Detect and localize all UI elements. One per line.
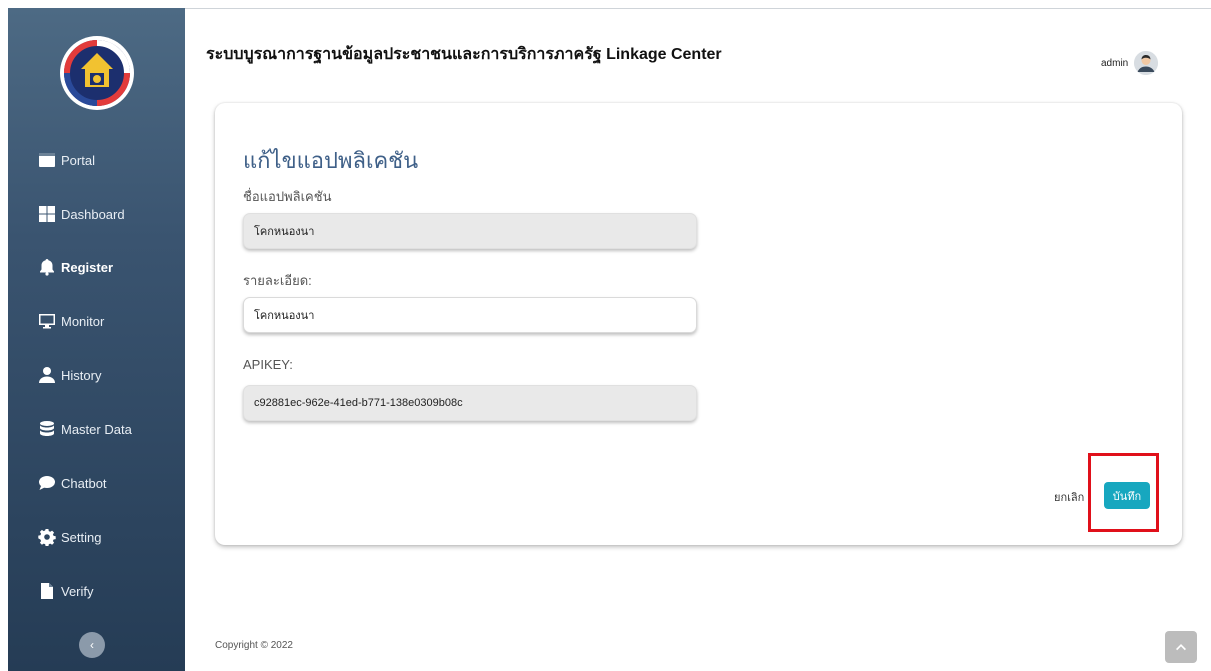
sidebar-item-portal[interactable]: Portal bbox=[8, 140, 185, 180]
portal-icon bbox=[37, 151, 57, 169]
database-icon bbox=[37, 420, 57, 438]
sidebar-item-master-data[interactable]: Master Data bbox=[8, 409, 185, 449]
sidebar-item-verify[interactable]: Verify bbox=[8, 571, 185, 611]
apikey-label: APIKEY: bbox=[243, 357, 293, 372]
sidebar-item-dashboard[interactable]: Dashboard bbox=[8, 194, 185, 234]
user-icon bbox=[37, 366, 57, 384]
sidebar-item-label: Chatbot bbox=[61, 475, 107, 491]
sidebar-item-label: Monitor bbox=[61, 313, 105, 329]
sidebar: Portal Dashboard Register Monitor Histor… bbox=[8, 8, 185, 671]
copyright: Copyright © 2022 bbox=[215, 640, 293, 651]
user-menu[interactable]: admin bbox=[1101, 51, 1159, 75]
chat-icon bbox=[37, 474, 57, 492]
sidebar-item-label: Dashboard bbox=[61, 206, 125, 222]
chevron-up-icon bbox=[1176, 644, 1186, 651]
scroll-to-top-button[interactable] bbox=[1165, 631, 1197, 663]
top-divider bbox=[185, 8, 1211, 9]
sidebar-item-setting[interactable]: Setting bbox=[8, 517, 185, 557]
sidebar-collapse-button[interactable]: ‹ bbox=[79, 632, 105, 658]
sidebar-item-chatbot[interactable]: Chatbot bbox=[8, 463, 185, 503]
dashboard-icon bbox=[37, 205, 57, 223]
detail-input[interactable]: โคกหนองนา bbox=[243, 297, 697, 333]
sidebar-item-monitor[interactable]: Monitor bbox=[8, 301, 185, 341]
cancel-button[interactable]: ยกเลิก bbox=[1054, 488, 1084, 506]
sidebar-item-label: Portal bbox=[61, 152, 95, 168]
sidebar-item-label: Master Data bbox=[61, 421, 132, 437]
app-name-field: โคกหนองนา bbox=[243, 213, 697, 249]
app-title: ระบบบูรณาการฐานข้อมูลประชาชนและการบริการ… bbox=[206, 46, 722, 63]
highlight-annotation bbox=[1088, 453, 1159, 532]
sidebar-item-label: Register bbox=[61, 259, 114, 275]
detail-label: รายละเอียด: bbox=[243, 273, 312, 288]
sidebar-item-label: Setting bbox=[61, 529, 102, 545]
edit-application-card: แก้ไขแอปพลิเคชัน ชื่อแอปพลิเคชัน โคกหนอง… bbox=[215, 103, 1182, 545]
app-name-label: ชื่อแอปพลิเคชัน bbox=[243, 189, 332, 204]
page-title: แก้ไขแอปพลิเคชัน bbox=[243, 148, 419, 173]
sidebar-item-label: Verify bbox=[61, 583, 94, 599]
file-icon bbox=[37, 582, 57, 600]
avatar[interactable] bbox=[1134, 51, 1159, 75]
chevron-left-icon: ‹ bbox=[90, 638, 94, 652]
apikey-field: c92881ec-962e-41ed-b771-138e0309b08c bbox=[243, 385, 697, 421]
username: admin bbox=[1101, 57, 1129, 69]
bell-icon bbox=[37, 258, 57, 276]
gear-icon bbox=[37, 528, 57, 546]
sidebar-item-history[interactable]: History bbox=[8, 355, 185, 395]
sidebar-item-register[interactable]: Register bbox=[8, 247, 185, 287]
department-logo bbox=[59, 35, 135, 111]
monitor-icon bbox=[37, 312, 57, 330]
sidebar-item-label: History bbox=[61, 367, 102, 383]
